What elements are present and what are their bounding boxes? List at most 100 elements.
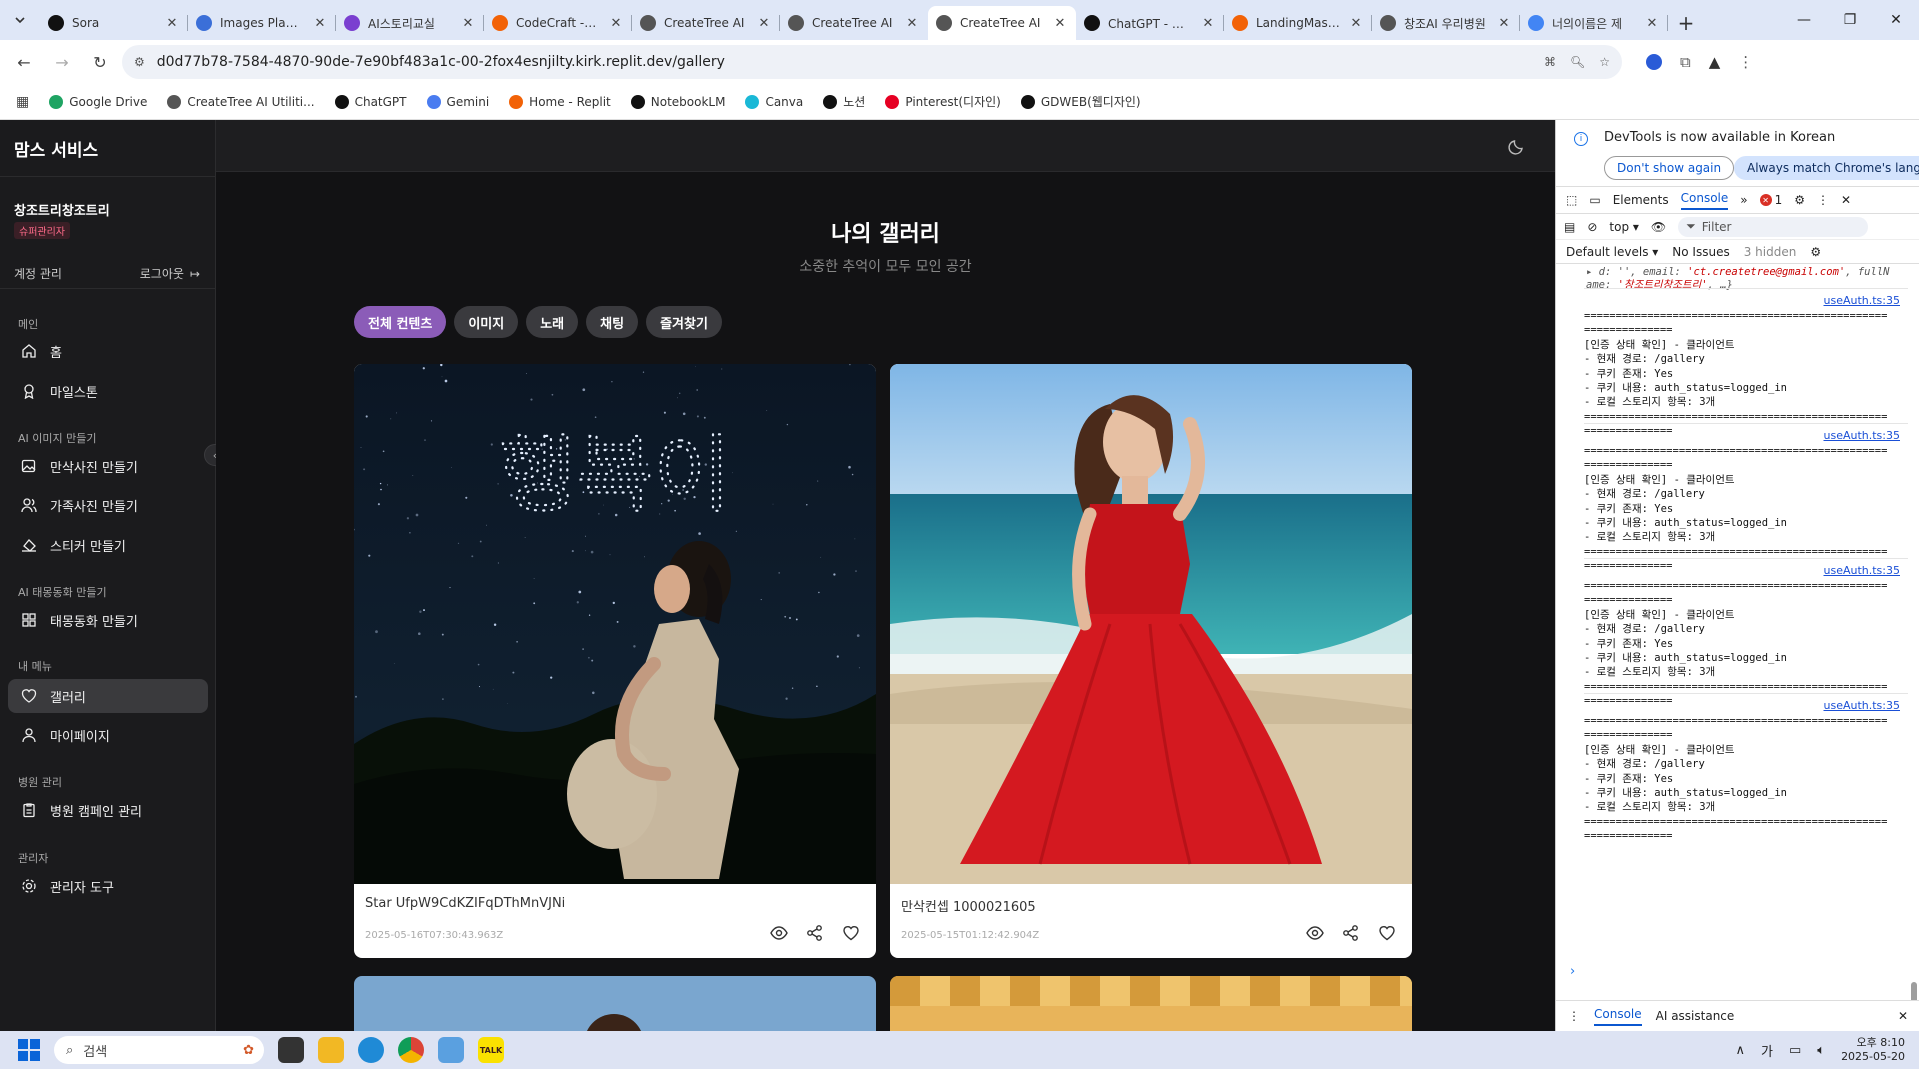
filter-chip[interactable]: 이미지 bbox=[454, 306, 519, 338]
filter-chip[interactable]: 노래 bbox=[526, 306, 579, 338]
clock[interactable]: 오후 8:10 2025-05-20 bbox=[1841, 1036, 1905, 1064]
gallery-card[interactable] bbox=[354, 976, 876, 1031]
console-filter-input[interactable]: ⏷ Filter bbox=[1678, 216, 1869, 237]
log-source-link[interactable]: useAuth.ts:35 bbox=[1584, 564, 1908, 577]
site-info-icon[interactable]: ⚙ bbox=[134, 55, 145, 69]
console-scrollbar[interactable] bbox=[1909, 266, 1919, 1069]
file-explorer-icon[interactable] bbox=[318, 1037, 344, 1063]
favorite-heart-icon[interactable] bbox=[840, 922, 862, 944]
tab-close-icon[interactable]: ✕ bbox=[460, 16, 476, 31]
settings-gear-icon[interactable]: ⚙ bbox=[1794, 193, 1805, 207]
sidebar-toggle-icon[interactable]: ▤ bbox=[1564, 220, 1575, 234]
filter-chip[interactable]: 채팅 bbox=[586, 306, 639, 338]
sidebar-item-home[interactable]: 홈 bbox=[8, 334, 208, 368]
live-expression-eye-icon[interactable]: 👁︎ bbox=[1651, 220, 1666, 234]
apps-grid-icon[interactable]: ▦ bbox=[16, 94, 29, 110]
bookmark-item[interactable]: 노션 bbox=[823, 93, 865, 110]
ime-indicator[interactable]: 가 bbox=[1761, 1041, 1773, 1060]
tab-close-icon[interactable]: ✕ bbox=[756, 16, 772, 31]
task-view-icon[interactable] bbox=[278, 1037, 304, 1063]
back-button[interactable]: ← bbox=[8, 46, 40, 78]
tab-close-icon[interactable]: ✕ bbox=[1496, 16, 1512, 31]
more-tabs-icon[interactable]: » bbox=[1740, 193, 1747, 207]
tab-close-icon[interactable]: ✕ bbox=[164, 16, 180, 31]
forward-button[interactable]: → bbox=[46, 46, 78, 78]
log-source-link[interactable]: useAuth.ts:35 bbox=[1584, 294, 1908, 307]
brand-title[interactable]: 맘스 서비스 bbox=[14, 136, 98, 161]
close-drawer-icon[interactable]: ✕ bbox=[1898, 1009, 1908, 1023]
volume-icon[interactable]: 🔈︎ bbox=[1817, 1043, 1825, 1058]
view-eye-icon[interactable] bbox=[1304, 922, 1326, 944]
extensions-puzzle-icon[interactable]: ⧉ bbox=[1680, 53, 1691, 71]
browser-tab[interactable]: CodeCraft - Replit ✕ bbox=[484, 6, 632, 40]
issues-link[interactable]: No Issues bbox=[1672, 245, 1729, 259]
new-tab-button[interactable]: + bbox=[1668, 6, 1704, 40]
tab-close-icon[interactable]: ✕ bbox=[1644, 16, 1660, 31]
inspect-element-icon[interactable]: ⬚ bbox=[1566, 193, 1577, 207]
tab-close-icon[interactable]: ✕ bbox=[904, 16, 920, 31]
profile-icon[interactable]: ▲ bbox=[1709, 53, 1721, 71]
sidebar-item-fetal-story[interactable]: 태몽동화 만들기 bbox=[8, 603, 208, 637]
reload-button[interactable]: ↻ bbox=[84, 46, 116, 78]
menu-kebab-icon[interactable]: ⋮ bbox=[1738, 53, 1753, 71]
tab-console[interactable]: Console bbox=[1680, 191, 1729, 210]
bookmark-item[interactable]: Home - Replit bbox=[509, 93, 611, 110]
sidebar-item-maternity-photo[interactable]: 만삭사진 만들기 bbox=[8, 449, 208, 483]
favorite-heart-icon[interactable] bbox=[1376, 922, 1398, 944]
tab-elements[interactable]: Elements bbox=[1613, 193, 1669, 207]
translate-icon[interactable]: ⌘ bbox=[1544, 55, 1556, 69]
browser-tab[interactable]: Sora ✕ bbox=[40, 6, 188, 40]
bookmark-item[interactable]: Google Drive bbox=[49, 93, 147, 110]
console-prompt[interactable]: › bbox=[1570, 964, 1575, 979]
tab-close-icon[interactable]: ✕ bbox=[1200, 16, 1216, 31]
logout-button[interactable]: 로그아웃 ↦ bbox=[140, 265, 200, 282]
share-icon[interactable] bbox=[804, 922, 826, 944]
card-image-beach-red-dress[interactable] bbox=[890, 364, 1412, 884]
bookmark-star-icon[interactable]: ☆ bbox=[1599, 55, 1610, 69]
gallery-card[interactable] bbox=[890, 976, 1412, 1031]
tab-close-icon[interactable]: ✕ bbox=[608, 16, 624, 31]
gallery-card[interactable]: 행복이 Star UfpW9CdKZIFqDThMnVJNi 2025-05-1… bbox=[354, 364, 876, 958]
tray-chevron-icon[interactable]: ∧ bbox=[1735, 1043, 1745, 1058]
zoom-icon[interactable]: 🔍︎ bbox=[1570, 55, 1585, 69]
sidebar-item-mypage[interactable]: 마이페이지 bbox=[8, 718, 208, 752]
restore-button[interactable]: ❐ bbox=[1827, 0, 1873, 40]
minimize-button[interactable]: — bbox=[1781, 0, 1827, 40]
moon-icon[interactable] bbox=[1507, 136, 1527, 156]
log-source-link[interactable]: useAuth.ts:35 bbox=[1584, 429, 1908, 442]
browser-tab[interactable]: AI스토리교실 ✕ bbox=[336, 6, 484, 40]
windows-start-icon[interactable] bbox=[18, 1039, 40, 1061]
browser-tab[interactable]: ChatGPT - 창조 ✕ bbox=[1076, 6, 1224, 40]
browser-tab[interactable]: CreateTree AI ✕ bbox=[928, 6, 1076, 40]
tab-close-icon[interactable]: ✕ bbox=[1348, 16, 1364, 31]
account-manage-link[interactable]: 계정 관리 bbox=[14, 265, 62, 282]
error-counter[interactable]: ✕ 1 bbox=[1759, 193, 1782, 207]
log-source-link[interactable]: useAuth.ts:35 bbox=[1584, 699, 1908, 712]
card-image-starry-night[interactable]: 행복이 bbox=[354, 364, 876, 884]
browser-tab[interactable]: Images Playground ✕ bbox=[188, 6, 336, 40]
bookmark-item[interactable]: GDWEB(웹디자인) bbox=[1020, 93, 1141, 110]
close-devtools-icon[interactable]: ✕ bbox=[1841, 193, 1851, 207]
kakaotalk-icon[interactable]: TALK bbox=[478, 1037, 504, 1063]
browser-tab[interactable]: CreateTree AI ✕ bbox=[780, 6, 928, 40]
taskbar-search[interactable]: ⌕ 검색 ✿ bbox=[54, 1036, 264, 1064]
filter-chip[interactable]: 전체 컨텐츠 bbox=[354, 306, 447, 338]
tab-close-icon[interactable]: ✕ bbox=[312, 16, 328, 31]
sidebar-item-milestone[interactable]: 마일스톤 bbox=[8, 374, 208, 408]
drawer-menu-icon[interactable]: ⋮ bbox=[1568, 1009, 1580, 1023]
filter-chip[interactable]: 즐겨찾기 bbox=[646, 306, 722, 338]
browser-tab[interactable]: 너의이름은 제 ✕ bbox=[1520, 6, 1668, 40]
bookmark-item[interactable]: Gemini bbox=[426, 93, 489, 110]
card-image-partial[interactable] bbox=[584, 1014, 644, 1031]
close-window-button[interactable]: ✕ bbox=[1873, 0, 1919, 40]
browser-tab[interactable]: LandingMaster ✕ bbox=[1224, 6, 1372, 40]
app-icon[interactable] bbox=[438, 1037, 464, 1063]
gallery-card[interactable]: 만삭컨셉 1000021605 2025-05-15T01:12:42.904Z bbox=[890, 364, 1412, 958]
browser-tab[interactable]: CreateTree AI ✕ bbox=[632, 6, 780, 40]
drawer-tab-ai-assistance[interactable]: AI assistance bbox=[1656, 1009, 1735, 1023]
chrome-icon[interactable] bbox=[398, 1037, 424, 1063]
sidebar-item-family-photo[interactable]: 가족사진 만들기 bbox=[8, 488, 208, 522]
tab-close-icon[interactable]: ✕ bbox=[1052, 16, 1068, 31]
match-language-button[interactable]: Always match Chrome's language bbox=[1734, 156, 1919, 180]
bookmark-item[interactable]: Canva bbox=[745, 93, 803, 110]
